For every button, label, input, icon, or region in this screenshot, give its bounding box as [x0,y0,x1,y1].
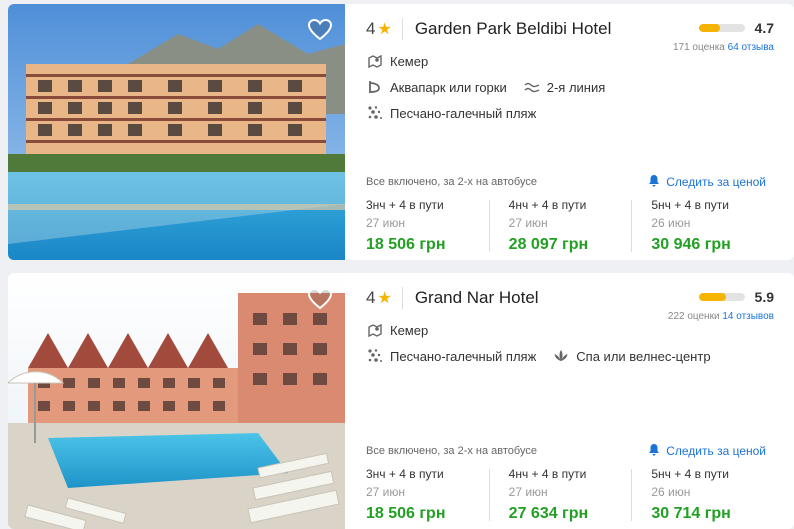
follow-label: Следить за ценой [666,175,766,189]
bell-icon [648,174,660,190]
rating-count: 222 оценки [667,311,720,322]
offer-nights: 3нч + 4 в пути [366,198,444,212]
beach-icon [366,347,384,365]
star-icon: ★ [377,290,392,307]
offer-option[interactable]: 4нч + 4 в пути 27 июн 27 634 грн [488,467,632,523]
tour-description: Все включено, за 2-х на автобусе [366,445,537,457]
rating-score: 4.7 [754,20,774,36]
follow-label: Следить за ценой [666,444,766,458]
feature-waterpark: Аквапарк или горки [390,79,507,95]
offer-price: 28 097 грн [508,236,589,253]
waterpark-icon [366,78,384,96]
rating-block[interactable]: 4.7 171 оценка 64 отзыва [673,20,774,53]
follow-price-button[interactable]: Следить за ценой [648,174,766,190]
offers-list: 3нч + 4 в пути 27 июн 18 506 грн 4нч + 4… [366,467,774,523]
offer-date: 27 июн [508,216,548,230]
waves-icon [523,78,541,96]
offer-price: 27 634 грн [508,505,589,522]
hotel-name[interactable]: Garden Park Beldibi Hotel [415,19,612,39]
rating-score: 5.9 [754,289,774,305]
tour-description: Все включено, за 2-х на автобусе [366,176,537,188]
offer-nights: 4нч + 4 в пути [508,198,587,212]
offer-option[interactable]: 3нч + 4 в пути 27 июн 18 506 грн [366,467,489,523]
heart-icon[interactable] [307,18,333,42]
location-label: Кемер [390,53,429,69]
offer-date: 26 июн [651,485,691,499]
hotel-card[interactable]: 4 ★ Garden Park Beldibi Hotel 4.7 171 оц… [8,4,794,260]
heart-icon[interactable] [307,287,333,311]
feature-line: 2-я линия [546,79,606,95]
rating-count: 171 оценка [672,42,725,53]
offer-date: 26 июн [651,216,691,230]
reviews-link[interactable]: 14 отзывов [722,311,774,322]
offers-list: 3нч + 4 в пути 27 июн 18 506 грн 4нч + 4… [366,198,774,254]
bell-icon [648,443,660,459]
hotel-stars: 4 [366,19,376,38]
follow-price-button[interactable]: Следить за ценой [648,443,766,459]
offer-date: 27 июн [508,485,548,499]
offer-price: 30 946 грн [651,236,731,253]
spa-icon [552,347,570,365]
offer-nights: 3нч + 4 в пути [366,467,444,481]
offer-option[interactable]: 5нч + 4 в пути 26 июн 30 946 грн [631,198,774,254]
hotel-photo[interactable] [8,273,345,529]
divider [401,287,403,309]
offer-nights: 5нч + 4 в пути [651,198,729,212]
map-pin-icon [366,52,384,70]
location-label: Кемер [390,322,429,338]
beach-type: Песчано-галечный пляж [390,348,537,364]
beach-type: Песчано-галечный пляж [390,105,537,121]
offer-price: 18 506 грн [366,505,446,522]
offer-nights: 5нч + 4 в пути [651,467,729,481]
hotel-card[interactable]: 4 ★ Grand Nar Hotel 5.9 222 оценки 14 от… [8,273,794,529]
beach-icon [366,104,384,122]
hotel-info: 4 ★ Grand Nar Hotel 5.9 222 оценки 14 от… [366,273,794,529]
offer-nights: 4нч + 4 в пути [508,467,587,481]
offer-date: 27 июн [366,485,406,499]
feature-spa: Спа или велнес-центр [576,348,711,364]
rating-bar [698,24,745,32]
offer-price: 18 506 грн [366,236,446,253]
star-icon: ★ [377,21,392,38]
offer-option[interactable]: 5нч + 4 в пути 26 июн 30 714 грн [631,467,774,523]
hotel-photo[interactable] [8,4,345,260]
hotel-stars: 4 [366,288,376,307]
offer-option[interactable]: 4нч + 4 в пути 27 июн 28 097 грн [488,198,632,254]
rating-block[interactable]: 5.9 222 оценки 14 отзывов [668,289,774,322]
hotel-info: 4 ★ Garden Park Beldibi Hotel 4.7 171 оц… [366,4,794,260]
divider [401,18,403,40]
reviews-link[interactable]: 64 отзыва [728,42,774,53]
offer-date: 27 июн [366,216,406,230]
map-pin-icon [366,321,384,339]
offer-option[interactable]: 3нч + 4 в пути 27 июн 18 506 грн [366,198,489,254]
hotel-name[interactable]: Grand Nar Hotel [415,288,539,308]
offer-price: 30 714 грн [651,505,731,522]
rating-bar [698,293,745,301]
